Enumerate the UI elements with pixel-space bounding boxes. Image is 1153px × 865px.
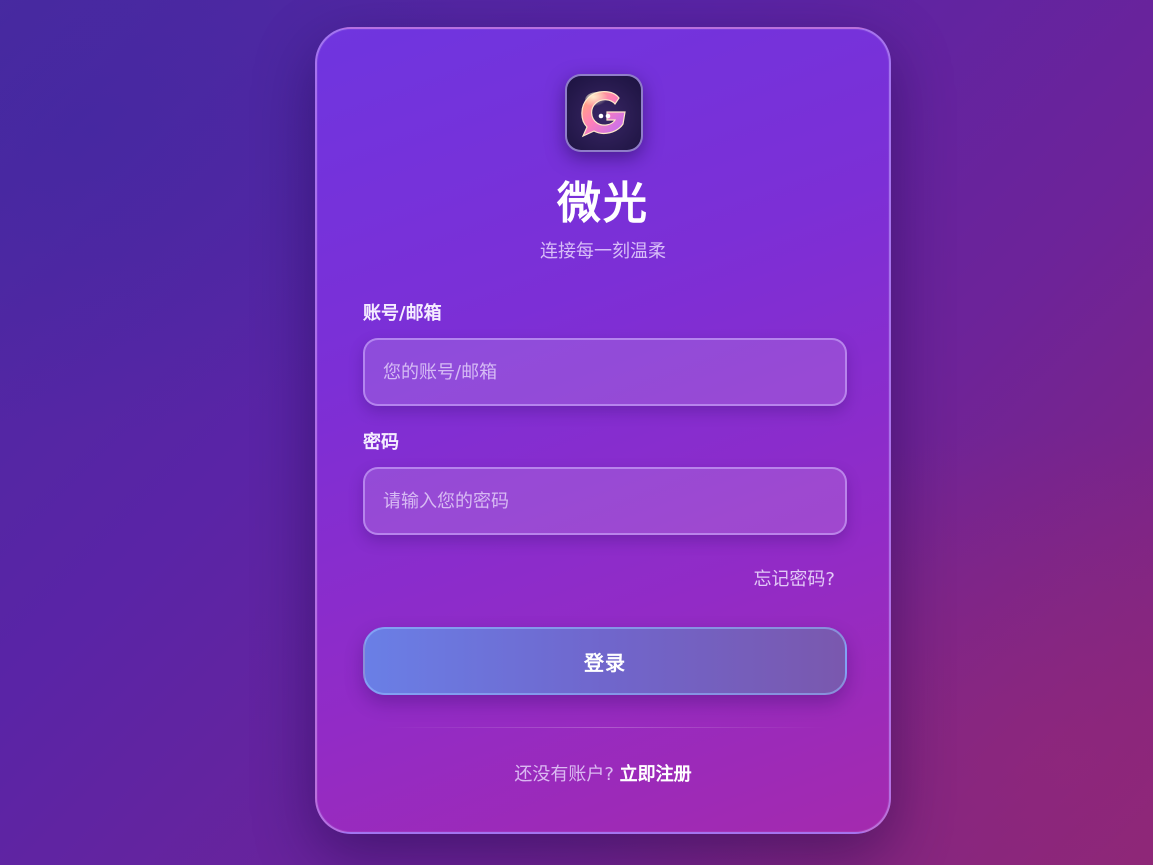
forgot-password-link[interactable]: 忘记密码? [753,567,835,593]
register-link[interactable]: 立即注册 [620,764,692,785]
account-input[interactable] [363,338,847,406]
password-input[interactable] [363,467,847,535]
account-label: 账号/邮箱 [363,303,442,324]
divider [383,727,827,728]
app-title: 微光 [557,178,649,229]
login-button[interactable]: 登录 [363,627,847,695]
password-label: 密码 [363,432,399,453]
login-card: 微光 连接每一刻温柔 账号/邮箱 密码 忘记密码? 登录 还没有账户? 立即注册 [315,27,891,834]
register-prompt: 还没有账户? [514,764,614,785]
chat-bubble-g-logo-icon [565,74,643,152]
register-row: 还没有账户? 立即注册 [317,762,889,788]
app-tagline: 连接每一刻温柔 [540,241,666,262]
